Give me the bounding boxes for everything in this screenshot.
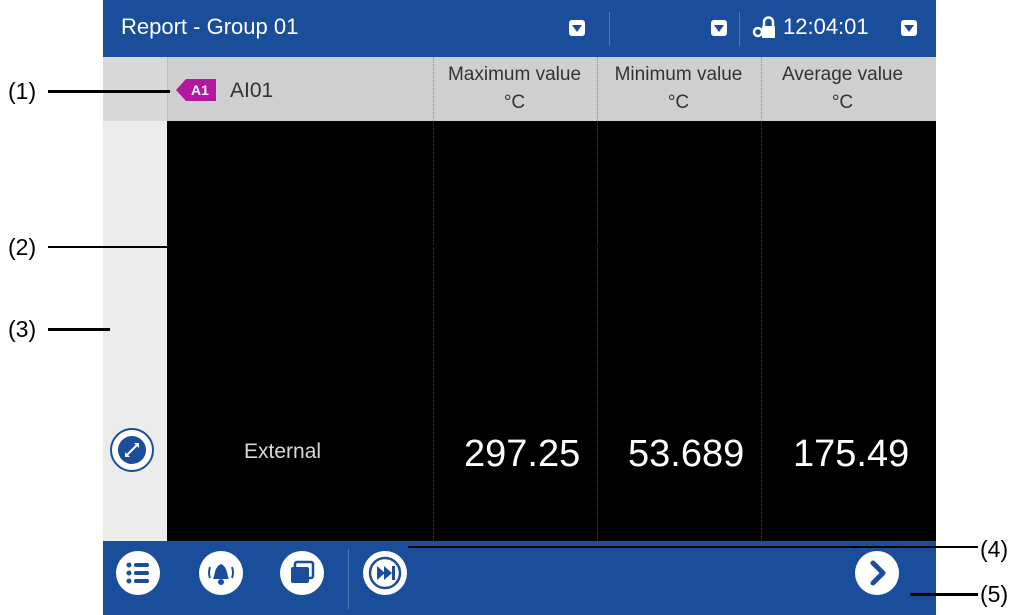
column-unit: °C (667, 92, 690, 113)
callout-line-4 (408, 546, 978, 548)
expand-icon (118, 436, 146, 464)
alarm-tag-badge: A1 (176, 79, 216, 101)
column-header-max: Maximum value °C (433, 61, 596, 117)
column-title: Average value (781, 64, 904, 85)
divider (609, 12, 610, 46)
menu-dropdown-icon[interactable] (569, 20, 585, 36)
window-button[interactable] (280, 551, 324, 595)
key-lock-icon[interactable] (751, 15, 777, 41)
status-dropdown-icon[interactable] (711, 20, 727, 36)
column-header-min: Minimum value °C (597, 61, 760, 117)
callout-line-5 (910, 593, 978, 596)
fast-forward-icon (368, 556, 402, 590)
callout-label-2: (2) (8, 234, 37, 260)
row-label: External (244, 440, 322, 463)
footer-toolbar (103, 541, 936, 615)
clock: 12:04:01 (783, 14, 869, 39)
callout-label-4: (4) (980, 536, 1009, 562)
header-corner (103, 57, 168, 121)
column-title: Maximum value (447, 64, 582, 85)
bell-icon (208, 564, 234, 585)
expand-button[interactable] (110, 428, 154, 472)
column-header-row: A1 AI01 Maximum value °C Minimum value °… (103, 57, 936, 121)
callout-label-5: (5) (980, 581, 1009, 607)
max-value: 297.25 (464, 433, 581, 475)
column-divider (597, 121, 598, 541)
report-body: External 297.25 53.689 175.49 (167, 121, 936, 541)
windows-icon (291, 560, 315, 583)
next-page-button[interactable] (855, 551, 899, 595)
alarm-button[interactable] (199, 551, 243, 595)
callout-line-1 (48, 90, 170, 93)
tag-text: A1 (191, 82, 209, 98)
column-divider (433, 121, 434, 541)
divider (348, 549, 349, 609)
channel-name: AI01 (230, 79, 274, 102)
list-button[interactable] (116, 551, 160, 595)
callout-label-3: (3) (8, 316, 37, 342)
fast-forward-button[interactable] (363, 551, 407, 595)
title-bar: Report - Group 01 12:04:01 (103, 0, 936, 57)
min-value: 53.689 (628, 433, 745, 475)
avg-value: 175.49 (793, 433, 910, 475)
divider (739, 12, 740, 46)
chevron-right-icon (870, 560, 886, 586)
column-title: Minimum value (614, 64, 743, 85)
callout-line-2 (48, 246, 663, 248)
clock-dropdown-icon[interactable] (901, 20, 917, 36)
column-header-avg: Average value °C (761, 61, 924, 117)
left-strip (103, 121, 167, 541)
callout-label-1: (1) (8, 78, 37, 104)
page-title: Report - Group 01 (121, 14, 299, 39)
column-unit: °C (831, 92, 854, 113)
column-unit: °C (503, 92, 526, 113)
device-screen: Report - Group 01 12:04:01 A1 AI01 Maxim… (103, 0, 936, 615)
list-icon (126, 562, 149, 584)
column-divider (761, 121, 762, 541)
callout-line-3 (48, 328, 110, 331)
